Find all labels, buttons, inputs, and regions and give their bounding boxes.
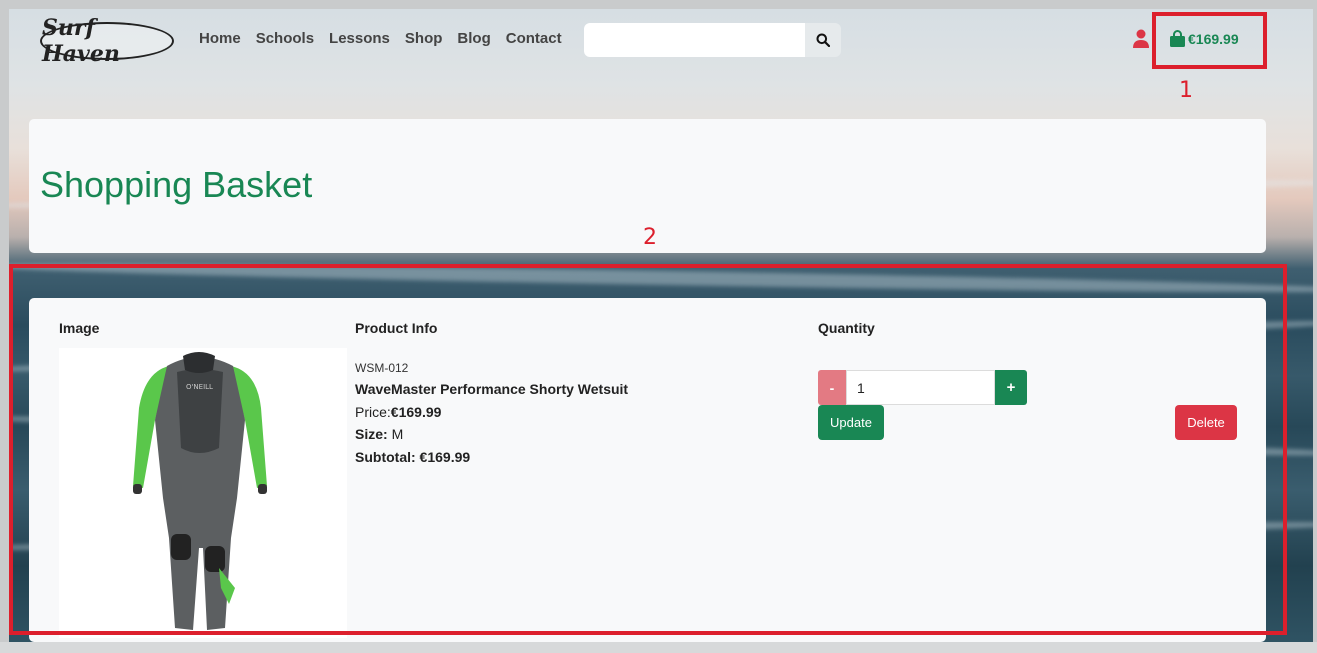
search-input[interactable] (584, 23, 805, 57)
annotation-label-1: 1 (1179, 78, 1193, 103)
nav-item-blog[interactable]: Blog (457, 30, 490, 47)
page-title: Shopping Basket (40, 164, 313, 205)
annotation-label-2: 2 (643, 225, 657, 250)
user-icon (1133, 29, 1149, 48)
annotation-box-1 (1152, 12, 1267, 69)
nav-item-home[interactable]: Home (199, 30, 241, 47)
main-nav: Home Schools Lessons Shop Blog Contact (199, 30, 577, 47)
nav-item-schools[interactable]: Schools (256, 30, 314, 47)
annotation-box-2 (9, 264, 1287, 635)
nav-item-lessons[interactable]: Lessons (329, 30, 390, 47)
search-button[interactable] (805, 23, 841, 57)
nav-item-contact[interactable]: Contact (506, 30, 562, 47)
account-link[interactable] (1132, 29, 1150, 49)
search-icon (816, 33, 830, 47)
site-logo[interactable]: Surf Haven (40, 15, 174, 67)
nav-item-shop[interactable]: Shop (405, 30, 443, 47)
window-bottom-edge (0, 642, 1317, 653)
